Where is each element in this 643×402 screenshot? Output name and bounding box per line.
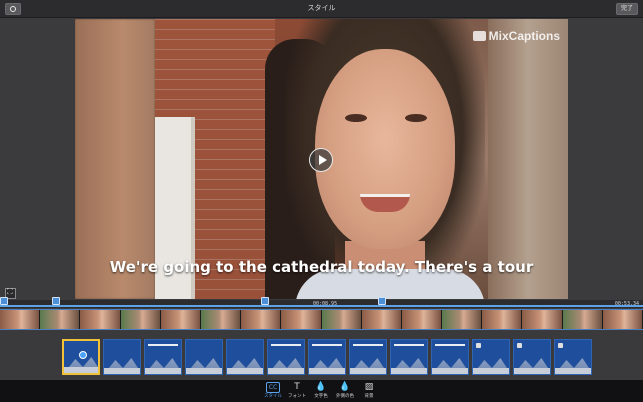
- instagram-icon: [558, 343, 563, 348]
- style-template[interactable]: [103, 339, 141, 375]
- film-frame: [0, 310, 41, 329]
- style-template[interactable]: [185, 339, 223, 375]
- film-frame: [200, 310, 242, 329]
- filmstrip[interactable]: [0, 309, 643, 330]
- caption-line: [353, 344, 383, 346]
- tab-label: フォント: [288, 394, 306, 399]
- app-window: スタイル 完了 MixCaptions We're going to the c…: [0, 0, 643, 402]
- film-frame: [281, 310, 322, 329]
- tab-label: スタイル: [264, 394, 282, 399]
- instagram-icon: [517, 343, 522, 348]
- caption-text: We're going to the cathedral today. Ther…: [109, 258, 534, 276]
- tile-ground: [104, 368, 140, 374]
- style-template[interactable]: [226, 339, 264, 375]
- left-eye: [345, 114, 367, 122]
- video-preview[interactable]: MixCaptions We're going to the cathedral…: [75, 19, 568, 299]
- tab-outline-color[interactable]: 💧 外側の色: [332, 382, 358, 400]
- film-frame: [482, 310, 523, 329]
- film-frame: [401, 310, 443, 329]
- tile-ground: [391, 368, 427, 374]
- tile-ground: [473, 368, 509, 374]
- tab-background[interactable]: ▨ 背景: [356, 382, 382, 400]
- style-template[interactable]: [390, 339, 428, 375]
- background-icon: ▨: [364, 382, 374, 392]
- bottom-toolbar: CC スタイル T フォント 💧 文字色 💧 外側の色 ▨ 背景: [0, 380, 643, 402]
- tile-ground: [227, 368, 263, 374]
- film-frame: [120, 310, 161, 329]
- font-icon: T: [294, 382, 300, 392]
- film-frame: [321, 310, 362, 329]
- film-frame: [442, 310, 483, 329]
- selected-badge-icon: [79, 351, 87, 359]
- tile-ground: [350, 368, 386, 374]
- tab-text-color[interactable]: 💧 文字色: [308, 382, 334, 400]
- tile-ground: [268, 368, 304, 374]
- tab-label: 文字色: [314, 394, 328, 399]
- tile-ground: [186, 368, 222, 374]
- play-button[interactable]: [309, 148, 333, 172]
- watermark-text: MixCaptions: [488, 29, 560, 43]
- tile-ground: [555, 368, 591, 374]
- tab-label: 背景: [364, 394, 374, 399]
- tab-font[interactable]: T フォント: [284, 382, 310, 400]
- caption-line: [435, 344, 465, 346]
- film-frame: [361, 310, 402, 329]
- blurred-background-left: [75, 19, 155, 299]
- film-frame: [160, 310, 201, 329]
- style-template[interactable]: [144, 339, 182, 375]
- tab-label: 外側の色: [336, 394, 354, 399]
- film-frame: [40, 310, 81, 329]
- caption-marker[interactable]: [0, 297, 8, 305]
- tile-ground: [514, 368, 550, 374]
- current-time: 00:08.95: [313, 301, 338, 307]
- film-frame: [562, 310, 603, 329]
- style-template[interactable]: [349, 339, 387, 375]
- style-template[interactable]: [267, 339, 305, 375]
- style-template[interactable]: [554, 339, 592, 375]
- instagram-icon: [476, 343, 481, 348]
- right-eye: [405, 114, 427, 122]
- watermark: MixCaptions: [472, 29, 560, 43]
- film-frame: [80, 310, 121, 329]
- style-template[interactable]: [308, 339, 346, 375]
- done-button[interactable]: 完了: [615, 3, 638, 15]
- tab-style[interactable]: CC スタイル: [260, 382, 286, 400]
- top-bar: スタイル 完了: [0, 0, 643, 18]
- tile-ground: [309, 368, 345, 374]
- page-title: スタイル: [307, 4, 336, 12]
- caption-marker[interactable]: [378, 297, 386, 305]
- caption-line: [148, 344, 178, 346]
- blurred-background-right: [488, 19, 568, 299]
- tile-ground: [64, 367, 98, 373]
- outline-color-icon: 💧: [339, 382, 351, 392]
- style-template[interactable]: [431, 339, 469, 375]
- film-frame: [602, 310, 643, 329]
- caption-line: [312, 344, 342, 346]
- film-frame: [241, 310, 282, 329]
- film-frame: [522, 310, 563, 329]
- caption-line: [394, 344, 424, 346]
- end-time: 00:53.34: [614, 301, 639, 307]
- caption-marker[interactable]: [52, 297, 60, 305]
- tile-ground: [432, 368, 468, 374]
- captions-icon: CC: [266, 382, 280, 393]
- camera-icon: [472, 31, 486, 41]
- caption-line: [271, 344, 301, 346]
- style-template-selected[interactable]: [62, 339, 100, 375]
- style-template[interactable]: [513, 339, 551, 375]
- tile-ground: [145, 368, 181, 374]
- style-template-strip: [0, 331, 643, 379]
- caption-marker[interactable]: [261, 297, 269, 305]
- face: [315, 49, 455, 249]
- text-color-icon: 💧: [315, 382, 327, 392]
- style-template[interactable]: [472, 339, 510, 375]
